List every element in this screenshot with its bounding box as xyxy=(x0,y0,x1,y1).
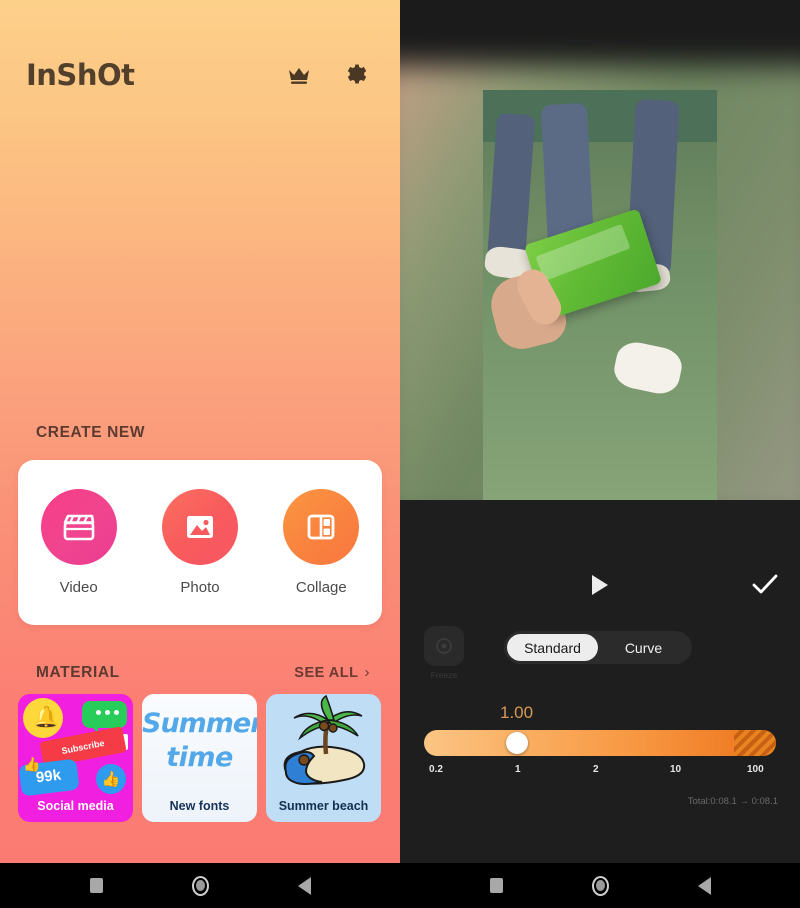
like-count: 99k xyxy=(35,766,62,787)
material-card-summer-beach[interactable]: Summer beach xyxy=(266,694,381,822)
video-preview-stage[interactable] xyxy=(400,0,800,500)
font-art-line-2: time xyxy=(166,742,233,773)
dual-phone-screenshot: InShOt CREATE NEW Video Photo Collage MA… xyxy=(0,0,800,908)
speed-slider[interactable]: 0.2 1 2 10 100 xyxy=(424,730,776,782)
clapperboard-icon xyxy=(40,489,117,565)
see-all-button[interactable]: SEE ALL › xyxy=(294,664,370,681)
create-new-card: Video Photo Collage xyxy=(18,460,382,625)
create-new-title: CREATE NEW xyxy=(36,424,146,441)
speed-value-label: 1.00 xyxy=(500,703,534,722)
slider-thumb[interactable] xyxy=(506,732,528,754)
collage-icon xyxy=(283,489,360,565)
material-card-social-media[interactable]: 🔔 Subscribe 👍 99k 👍 Social media xyxy=(18,694,133,822)
slider-tick-labels: 0.2 1 2 10 100 xyxy=(424,764,776,782)
freeze-button[interactable]: Freeze xyxy=(422,626,466,684)
home-circle-icon[interactable] xyxy=(585,871,615,901)
app-logo: InShOt xyxy=(26,58,135,92)
font-art-line-1: Summer xyxy=(142,708,257,739)
create-video-button[interactable]: Video xyxy=(29,489,129,596)
inshot-home-screen: InShOt CREATE NEW Video Photo Collage MA… xyxy=(0,0,400,863)
tab-standard[interactable]: Standard xyxy=(507,634,598,661)
slider-tick: 10 xyxy=(670,764,682,775)
slider-tick: 0.2 xyxy=(429,764,443,775)
total-duration-label: Total:0:08.1 → 0:08.1 xyxy=(687,796,778,807)
material-card-new-fonts[interactable]: Summer time New fonts xyxy=(142,694,257,822)
thumbs-up-circle-icon: 👍 xyxy=(96,764,126,794)
create-collage-label: Collage xyxy=(295,579,347,596)
speed-mode-tabs: Standard Curve xyxy=(504,631,692,664)
android-navbar-left xyxy=(0,863,400,908)
app-header: InShOt xyxy=(0,58,400,118)
image-icon xyxy=(161,489,238,565)
gear-icon[interactable] xyxy=(344,62,370,88)
subscribe-label: Subscribe xyxy=(60,737,106,757)
create-photo-label: Photo xyxy=(180,579,220,596)
back-triangle-icon[interactable] xyxy=(289,871,319,901)
slider-track[interactable] xyxy=(424,730,776,756)
home-circle-icon[interactable] xyxy=(185,871,215,901)
material-list: 🔔 Subscribe 👍 99k 👍 Social media Summer xyxy=(18,694,382,822)
chevron-right-icon: › xyxy=(364,664,370,681)
material-title: MATERIAL xyxy=(36,664,120,681)
crown-icon[interactable] xyxy=(286,62,312,88)
material-card-label: Social media xyxy=(37,799,114,813)
tab-curve[interactable]: Curve xyxy=(598,634,689,661)
chat-dots xyxy=(96,710,119,715)
premium-zone-hatch xyxy=(734,730,776,756)
create-collage-button[interactable]: Collage xyxy=(271,489,371,596)
palm-island-icon xyxy=(283,694,366,785)
check-icon[interactable] xyxy=(748,568,782,602)
speed-settings-panel: Freeze Standard Curve 1.00 0.2 1 2 10 10… xyxy=(400,608,800,863)
material-card-label: New fonts xyxy=(169,799,230,813)
left-phone-inshot-home: InShOt CREATE NEW Video Photo Collage MA… xyxy=(0,0,400,908)
create-video-label: Video xyxy=(59,579,98,596)
slider-tick: 1 xyxy=(515,764,521,775)
recents-square-icon[interactable] xyxy=(481,871,511,901)
see-all-label: SEE ALL xyxy=(294,664,359,681)
header-icons xyxy=(286,62,370,88)
material-card-label: Summer beach xyxy=(278,799,369,813)
create-photo-button[interactable]: Photo xyxy=(150,489,250,596)
slider-tick: 2 xyxy=(593,764,599,775)
back-triangle-icon[interactable] xyxy=(689,871,719,901)
freeze-label: Freeze xyxy=(430,670,458,680)
recents-square-icon[interactable] xyxy=(81,871,111,901)
right-phone-speed-editor: Freeze Standard Curve 1.00 0.2 1 2 10 10… xyxy=(400,0,800,908)
android-navbar-right xyxy=(400,863,800,908)
video-frame xyxy=(483,90,717,500)
slider-tick: 100 xyxy=(747,764,764,775)
bell-icon: 🔔 xyxy=(33,706,60,729)
freeze-icon xyxy=(424,626,464,666)
play-icon[interactable] xyxy=(583,568,617,602)
